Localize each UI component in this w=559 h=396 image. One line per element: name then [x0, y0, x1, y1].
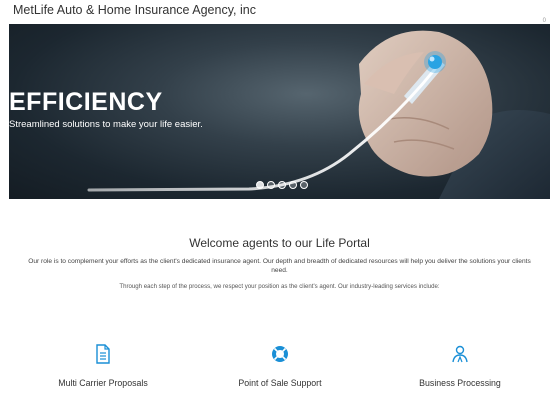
service-multi-carrier-proposals[interactable]: Multi Carrier Proposals: [28, 344, 178, 388]
service-label: Point of Sale Support: [238, 378, 322, 388]
carousel-indicators: [256, 181, 308, 189]
people-icon: [452, 345, 468, 363]
service-label: Multi Carrier Proposals: [58, 378, 148, 388]
brand-name[interactable]: MetLife Auto & Home Insurance Agency, in…: [13, 3, 256, 17]
service-business-processing[interactable]: Business Processing: [385, 344, 535, 388]
hero-carousel[interactable]: EFFICIENCY Streamlined solutions to make…: [9, 24, 550, 199]
hero-subtitle: Streamlined solutions to make your life …: [9, 119, 203, 130]
carousel-dot-2[interactable]: [267, 181, 275, 189]
carousel-dot-4[interactable]: [289, 181, 297, 189]
hero-title: EFFICIENCY: [9, 88, 163, 116]
carousel-dot-3[interactable]: [278, 181, 286, 189]
document-icon: [96, 344, 110, 364]
welcome-intro: Our role is to complement your efforts a…: [28, 258, 531, 274]
service-point-of-sale-support[interactable]: Point of Sale Support: [205, 344, 355, 388]
welcome-heading: Welcome agents to our Life Portal: [189, 236, 370, 250]
lifebuoy-icon: [272, 346, 288, 362]
site-header: MetLife Auto & Home Insurance Agency, in…: [0, 0, 559, 24]
service-label: Business Processing: [419, 378, 501, 388]
welcome-services-intro: Through each step of the process, we res…: [119, 283, 440, 290]
carousel-dot-1[interactable]: [256, 181, 264, 189]
carousel-dot-5[interactable]: [300, 181, 308, 189]
